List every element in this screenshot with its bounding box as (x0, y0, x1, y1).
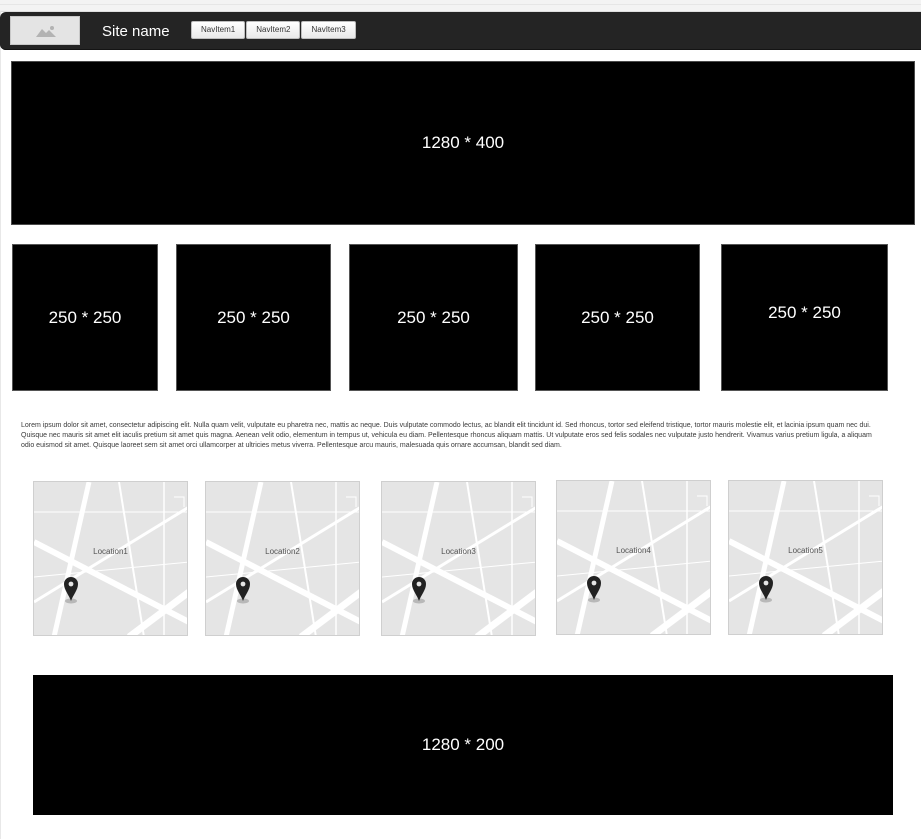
map-location-label: Location2 (265, 547, 300, 556)
page-left-edge (0, 11, 1, 839)
map-location-label: Location3 (441, 547, 476, 556)
browser-top-strip (0, 0, 921, 12)
map-roads (557, 481, 710, 634)
map-location-4[interactable]: Location4 (556, 480, 711, 635)
map-location-5[interactable]: Location5 (728, 480, 883, 635)
map-location-label: Location4 (616, 546, 651, 555)
footer-size-label: 1280 * 200 (421, 735, 505, 754)
image-placeholder-icon (36, 26, 56, 37)
tile-size-label: 250 * 250 (397, 307, 470, 327)
tile-size-label: 250 * 250 (48, 307, 122, 327)
tile-size-label: 250 * 250 (217, 307, 290, 327)
tile-size-label: 250 * 250 (768, 302, 841, 322)
map-roads (382, 482, 535, 635)
site-name[interactable]: Site name (102, 22, 170, 41)
image-tile-2[interactable]: 250 * 250 (176, 244, 331, 391)
map-pin-icon (236, 577, 250, 604)
image-tile-4[interactable]: 250 * 250 (535, 244, 700, 391)
map-roads (729, 481, 882, 634)
image-tile-3[interactable]: 250 * 250 (349, 244, 518, 391)
map-roads (34, 482, 187, 635)
image-tile-1[interactable]: 250 * 250 (12, 244, 158, 391)
map-location-label: Location1 (93, 547, 128, 556)
map-location-1[interactable]: Location1 (33, 481, 188, 636)
map-location-2[interactable]: Location2 (205, 481, 360, 636)
site-logo[interactable] (10, 16, 80, 45)
map-pin-icon (587, 576, 601, 603)
navbar: Site name NavItem1 NavItem2 NavItem3 (0, 12, 921, 50)
map-location-3[interactable]: Location3 (381, 481, 536, 636)
hero-image-placeholder: 1280 * 400 (11, 61, 915, 225)
tile-size-label: 250 * 250 (581, 307, 654, 327)
body-text: Lorem ipsum dolor sit amet, consectetur … (21, 422, 872, 449)
map-pin-icon (412, 577, 426, 604)
hero-size-label: 1280 * 400 (421, 133, 505, 152)
nav-item-3[interactable]: NavItem3 (301, 21, 356, 39)
map-pin-icon (759, 576, 773, 603)
map-pin-icon (64, 577, 78, 604)
image-tile-5[interactable]: 250 * 250 (721, 244, 888, 391)
map-roads (206, 482, 359, 635)
nav-item-1[interactable]: NavItem1 (191, 21, 246, 39)
nav-item-2[interactable]: NavItem2 (246, 21, 301, 39)
map-location-label: Location5 (788, 546, 823, 555)
footer-image-placeholder: 1280 * 200 (33, 675, 893, 815)
nav-tabs: NavItem1 NavItem2 NavItem3 (191, 21, 357, 39)
